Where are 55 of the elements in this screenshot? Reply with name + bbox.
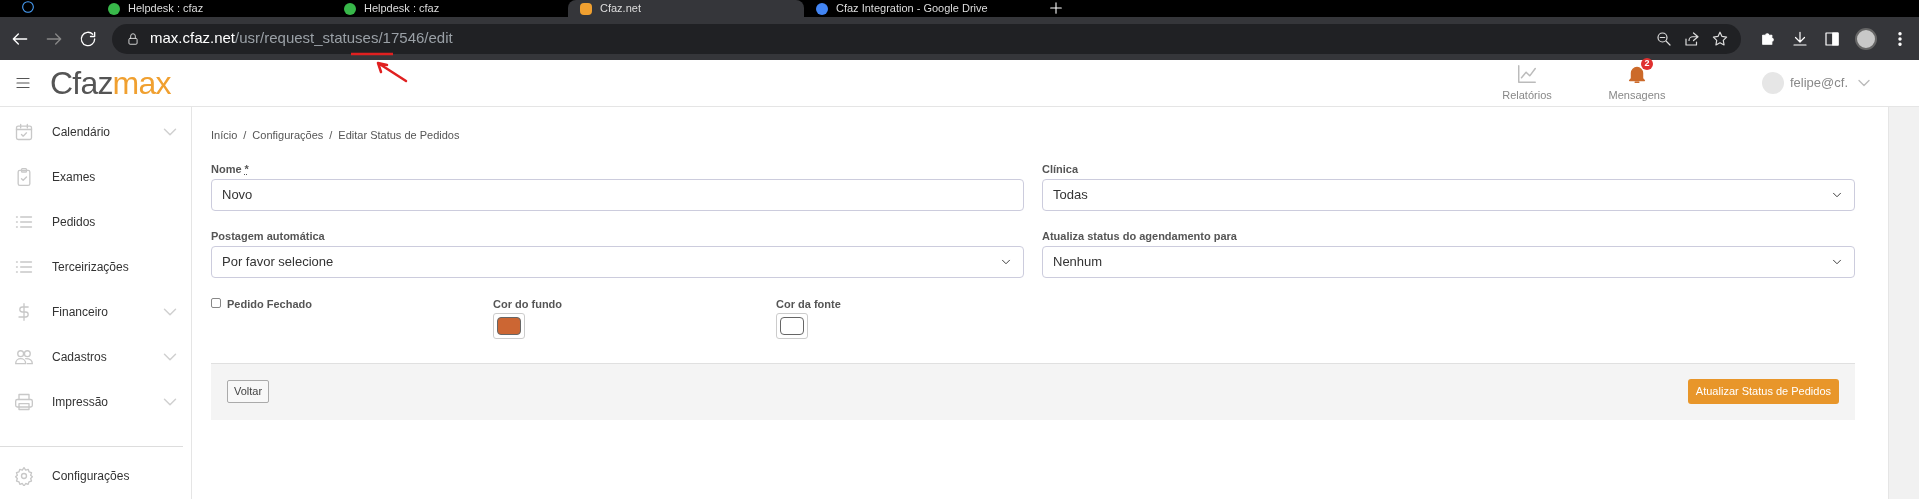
sidebar-item[interactable]: Cadastros (0, 334, 191, 379)
sidebar-item[interactable]: Calendário (0, 109, 191, 154)
breadcrumb-separator: / (329, 128, 333, 143)
text-field[interactable]: Novo (211, 178, 1024, 211)
printer-icon (14, 391, 34, 412)
field-label: Postagem automática (211, 228, 325, 242)
chart-icon (1516, 62, 1538, 85)
sidebar-item[interactable]: Financeiro (0, 289, 191, 334)
sidebar-item[interactable]: Pedidos (0, 199, 191, 244)
breadcrumb-separator: / (243, 128, 247, 143)
sidebar-item[interactable]: Exames (0, 154, 191, 199)
browser-logo-icon (20, 0, 36, 15)
download-icon[interactable] (1791, 29, 1809, 48)
browser-tab[interactable]: Cfaz.net (568, 0, 804, 17)
field-label: Clínica (1042, 161, 1079, 175)
back-button[interactable]: Voltar (227, 380, 270, 403)
breadcrumb-link[interactable]: Configurações (252, 127, 324, 144)
calendar-icon (14, 121, 34, 142)
share-icon[interactable] (1683, 29, 1701, 48)
select-field[interactable]: Nenhum (1042, 245, 1855, 278)
select-field[interactable]: Todas (1042, 178, 1855, 211)
tab-favicon-icon (816, 2, 828, 15)
browser-tab[interactable]: Cfaz Integration - Google Drive (804, 0, 1040, 17)
browser-tab[interactable]: Helpdesk : cfaz (332, 0, 568, 17)
user-menu[interactable]: felipe@cf. (1762, 72, 1874, 94)
select-field[interactable]: Por favor selecione (211, 245, 1024, 278)
url-text: max.cfaz.net/usr/request_statuses/17546/edit (150, 28, 454, 49)
breadcrumb-link[interactable]: Início (211, 127, 238, 144)
scrollbar[interactable] (1888, 107, 1919, 499)
field-label: Cor do fundo (493, 296, 563, 310)
field-label: Nome (211, 161, 242, 175)
address-bar[interactable]: max.cfaz.net/usr/request_statuses/17546/edit (112, 23, 1741, 54)
field-label: Cor da fonte (776, 296, 841, 310)
new-tab-icon[interactable] (1048, 0, 1064, 16)
zoom-out-icon[interactable] (1655, 29, 1673, 48)
tab-favicon-icon (108, 2, 120, 15)
breadcrumb-current: Editar Status de Pedidos (338, 128, 460, 143)
checkbox-label: Pedido Fechado (227, 296, 312, 312)
tab-favicon-icon (344, 2, 356, 15)
side-panel-icon[interactable] (1823, 29, 1841, 48)
browser-tab[interactable]: Helpdesk : cfaz (96, 0, 332, 17)
header-link[interactable]: Relatórios (1472, 62, 1582, 104)
user-avatar-icon (1762, 72, 1784, 94)
field-label: Atualiza status do agendamento para (1042, 228, 1237, 242)
avatar-icon[interactable] (1855, 27, 1877, 50)
sidebar-item[interactable]: Configurações (0, 453, 191, 498)
sidebar-item[interactable]: Impressão (0, 379, 191, 424)
sidebar-item[interactable]: Terceirizações (0, 244, 191, 289)
lock-icon (126, 31, 140, 46)
settings-icon (14, 465, 34, 486)
required-mark: * (244, 161, 249, 175)
tab-favicon-icon (580, 2, 592, 15)
star-icon[interactable] (1711, 29, 1729, 48)
logo[interactable]: Cfazmax (50, 67, 171, 99)
checkbox[interactable] (211, 297, 221, 308)
